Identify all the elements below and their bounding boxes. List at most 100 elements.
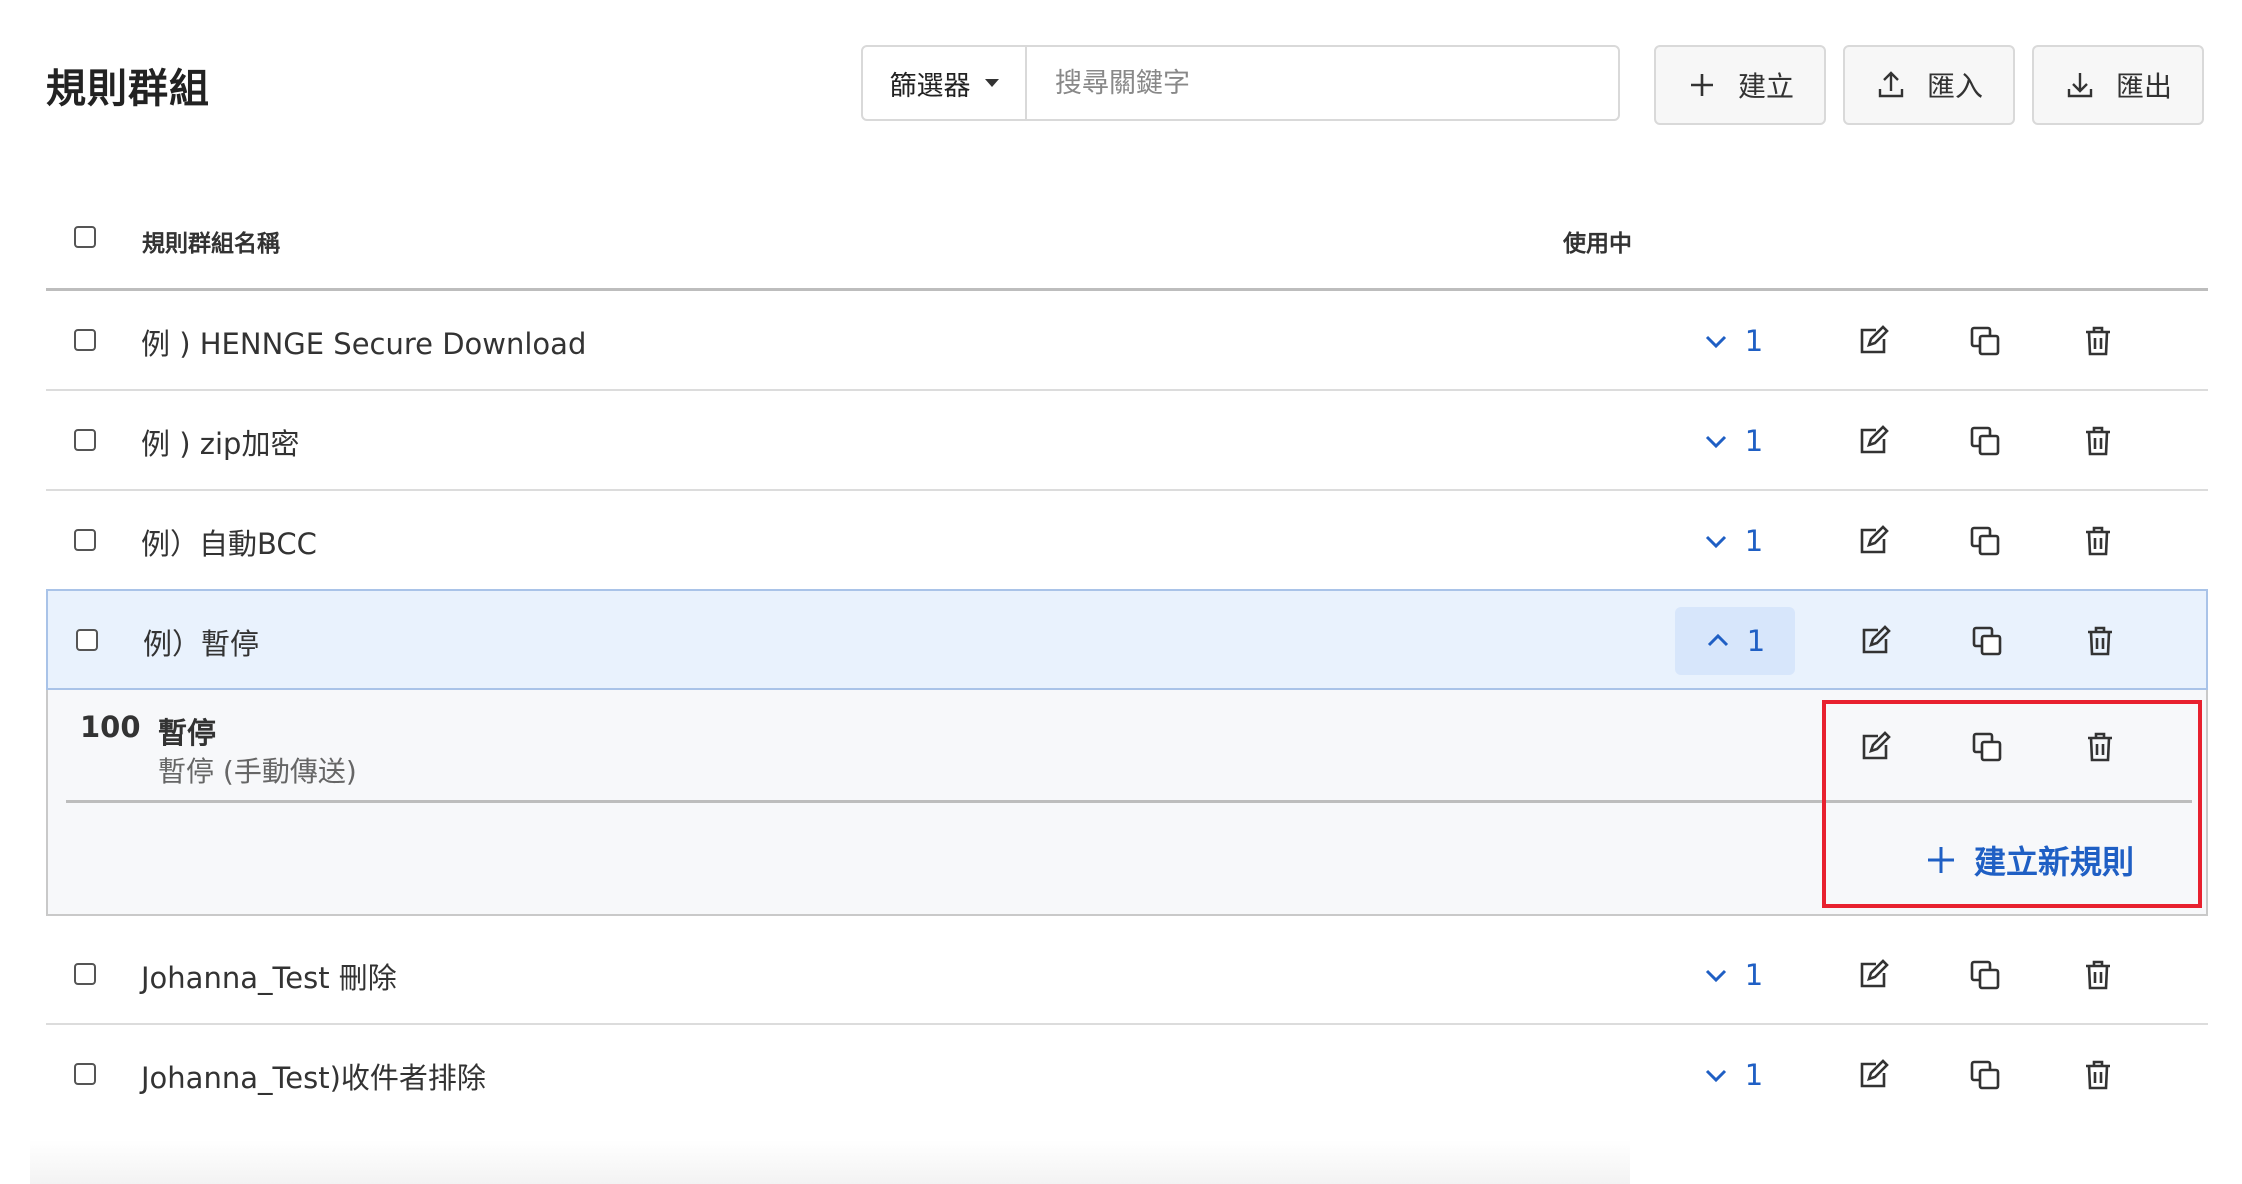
chevron-up-icon <box>1707 633 1728 647</box>
chevron-down-icon <box>1705 1069 1726 1083</box>
row-name: Johanna_Test)收件者排除 <box>141 1061 486 1095</box>
create-new-rule-button[interactable]: 建立新規則 <box>1924 837 2134 883</box>
edit-icon <box>1862 625 1891 654</box>
download-icon <box>2067 73 2093 98</box>
create-button[interactable]: 建立 <box>1654 45 1826 125</box>
chevron-down-icon <box>1705 969 1726 983</box>
edit-icon <box>1860 425 1889 454</box>
rule-count: 1 <box>1744 1058 1764 1092</box>
row-checkbox[interactable] <box>74 529 96 551</box>
row-name: 例）暫停 <box>143 627 260 661</box>
detail-divider <box>66 800 2192 803</box>
table-row[interactable]: Johanna_Test 刪除 1 <box>46 925 2208 1025</box>
create-label: 建立 <box>1737 70 1794 103</box>
chevron-down-icon <box>1705 535 1726 549</box>
table-row[interactable]: Johanna_Test)收件者排除 1 <box>46 1025 2208 1125</box>
copy-icon <box>1970 426 2000 456</box>
row-checkbox[interactable] <box>76 629 98 651</box>
rule-count: 1 <box>1744 524 1764 558</box>
search-input[interactable] <box>1027 47 1618 119</box>
rule-count: 1 <box>1744 324 1764 358</box>
row-name: 例）自動BCC <box>141 527 317 561</box>
rule-subtitle: 暫停 (手動傳送) <box>158 755 357 788</box>
collapse-toggle[interactable]: 1 <box>1675 607 1795 675</box>
table-row[interactable]: 例 ) zip加密 1 <box>46 391 2208 491</box>
rule-duplicate-button[interactable] <box>1970 730 2004 764</box>
column-header-active: 使用中 <box>1563 231 1632 257</box>
edit-button[interactable] <box>1856 324 1890 358</box>
trash-icon <box>2088 626 2112 656</box>
duplicate-button[interactable] <box>1968 524 2002 558</box>
create-new-rule-label: 建立新規則 <box>1974 843 2135 881</box>
row-name: Johanna_Test 刪除 <box>141 961 397 995</box>
chevron-down-icon <box>1705 435 1726 449</box>
search-box: 篩選器 <box>861 45 1620 121</box>
trash-icon <box>2086 526 2110 556</box>
filter-dropdown[interactable]: 篩選器 <box>863 47 1027 119</box>
edit-icon <box>1860 959 1889 988</box>
expand-toggle[interactable]: 1 <box>1673 507 1793 575</box>
row-checkbox[interactable] <box>74 963 96 985</box>
row-checkbox[interactable] <box>74 1063 96 1085</box>
copy-icon <box>1970 326 2000 356</box>
edit-button[interactable] <box>1856 424 1890 458</box>
delete-button[interactable] <box>2081 958 2115 992</box>
trash-icon <box>2088 732 2112 762</box>
row-checkbox[interactable] <box>74 429 96 451</box>
import-label: 匯入 <box>1926 70 1983 103</box>
duplicate-button[interactable] <box>1968 424 2002 458</box>
edit-icon <box>1862 731 1891 760</box>
rule-title: 暫停 <box>158 716 217 750</box>
delete-button[interactable] <box>2081 424 2115 458</box>
table-row[interactable]: 例）自動BCC 1 <box>46 491 2208 591</box>
expand-toggle[interactable]: 1 <box>1673 407 1793 475</box>
filter-label: 篩選器 <box>889 70 971 102</box>
duplicate-button[interactable] <box>1968 958 2002 992</box>
upload-icon <box>1878 71 1904 98</box>
plus-icon <box>1690 74 1713 96</box>
delete-button[interactable] <box>2081 1058 2115 1092</box>
edit-button[interactable] <box>1858 624 1892 658</box>
rule-count: 1 <box>1744 958 1764 992</box>
row-checkbox[interactable] <box>74 329 96 351</box>
import-button[interactable]: 匯入 <box>1843 45 2015 125</box>
edit-button[interactable] <box>1856 1058 1890 1092</box>
trash-icon <box>2086 426 2110 456</box>
table-row-expanded[interactable]: 例）暫停 1 <box>46 589 2208 690</box>
duplicate-button[interactable] <box>1970 624 2004 658</box>
trash-icon <box>2086 326 2110 356</box>
row-name: 例 ) HENNGE Secure Download <box>141 327 587 361</box>
select-all-checkbox[interactable] <box>74 226 96 248</box>
rule-edit-button[interactable] <box>1858 730 1892 764</box>
edit-button[interactable] <box>1856 524 1890 558</box>
bottom-fade <box>30 1140 1630 1184</box>
delete-button[interactable] <box>2081 324 2115 358</box>
export-button[interactable]: 匯出 <box>2032 45 2204 125</box>
edit-icon <box>1860 325 1889 354</box>
delete-button[interactable] <box>2081 524 2115 558</box>
duplicate-button[interactable] <box>1968 1058 2002 1092</box>
caret-down-icon <box>984 79 999 87</box>
edit-button[interactable] <box>1856 958 1890 992</box>
expand-toggle[interactable]: 1 <box>1673 307 1793 375</box>
copy-icon <box>1972 626 2002 656</box>
rule-priority: 100 <box>80 710 141 744</box>
edit-icon <box>1860 1059 1889 1088</box>
rule-delete-button[interactable] <box>2083 730 2117 764</box>
rule-count: 1 <box>1746 624 1766 658</box>
edit-icon <box>1860 525 1889 554</box>
rule-detail-panel: 100 暫停 暫停 (手動傳送) 建立新規則 <box>46 690 2208 916</box>
page-title: 規則群組 <box>46 66 210 112</box>
copy-icon <box>1970 1060 2000 1090</box>
copy-icon <box>1970 960 2000 990</box>
expand-toggle[interactable]: 1 <box>1673 941 1793 1009</box>
trash-icon <box>2086 960 2110 990</box>
export-label: 匯出 <box>2115 70 2172 103</box>
duplicate-button[interactable] <box>1968 324 2002 358</box>
expand-toggle[interactable]: 1 <box>1673 1041 1793 1109</box>
delete-button[interactable] <box>2083 624 2117 658</box>
row-name: 例 ) zip加密 <box>141 427 300 461</box>
column-header-name: 規則群組名稱 <box>142 231 280 257</box>
rule-count: 1 <box>1744 424 1764 458</box>
table-row[interactable]: 例 ) HENNGE Secure Download 1 <box>46 291 2208 391</box>
